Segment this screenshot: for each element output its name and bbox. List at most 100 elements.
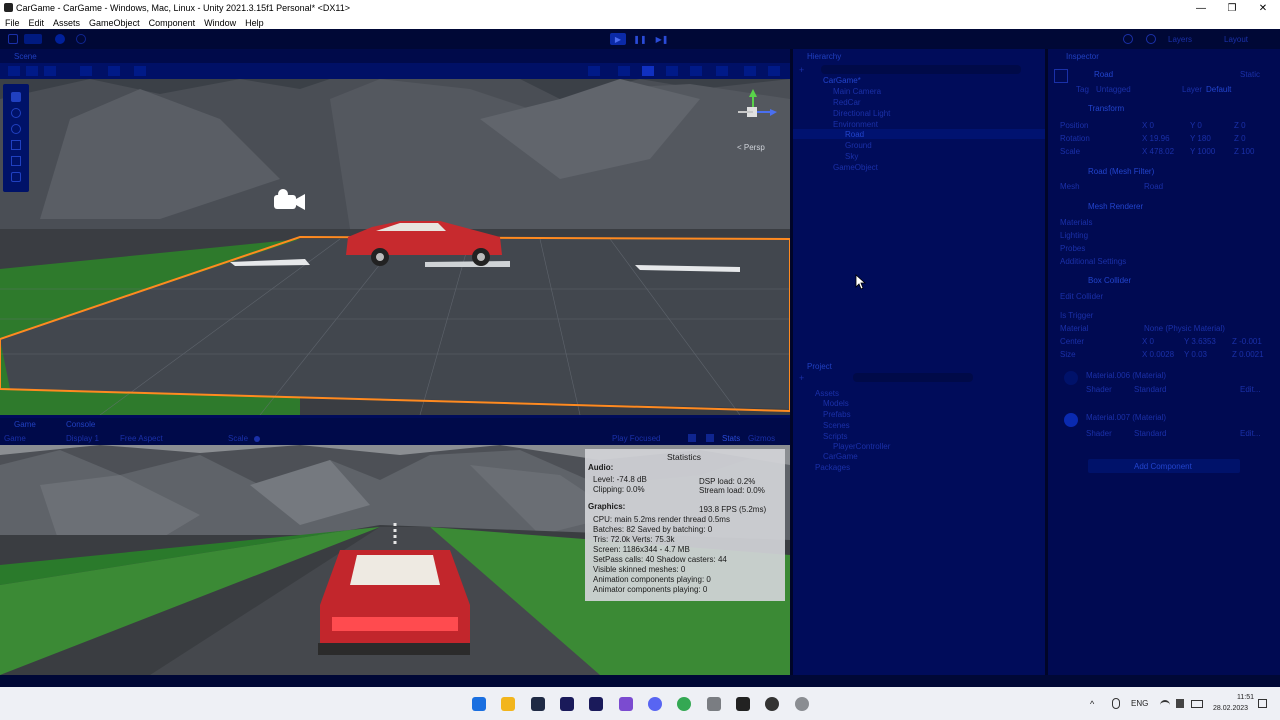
project-folder[interactable]: Scripts: [823, 432, 847, 441]
account-icon[interactable]: [8, 34, 18, 44]
notifications-icon[interactable]: [1258, 699, 1267, 708]
probes-foldout[interactable]: Probes: [1060, 244, 1085, 253]
project-folder[interactable]: Prefabs: [823, 410, 851, 419]
persp-label[interactable]: < Persp: [737, 143, 765, 152]
aspect-dropdown[interactable]: Free Aspect: [120, 434, 163, 443]
file-explorer-icon[interactable]: [501, 697, 515, 711]
battery-icon[interactable]: [1191, 700, 1203, 708]
wifi-icon[interactable]: [1160, 700, 1170, 708]
menu-file[interactable]: File: [5, 18, 20, 28]
scale-x-field[interactable]: X 478.02: [1142, 147, 1174, 156]
game-view-dropdown[interactable]: Game: [4, 434, 26, 443]
layers-dropdown[interactable]: Layers: [1168, 35, 1192, 44]
position-z-field[interactable]: Z 0: [1234, 121, 1246, 130]
project-folder[interactable]: Scenes: [823, 421, 850, 430]
hierarchy-item[interactable]: Sky: [845, 152, 858, 161]
settings-icon[interactable]: [795, 697, 809, 711]
rotate-tool-icon[interactable]: [11, 124, 21, 134]
scale-z-field[interactable]: Z 100: [1234, 147, 1254, 156]
hand-tool-icon[interactable]: [8, 66, 20, 76]
cards-icon[interactable]: [706, 434, 714, 442]
pause-button[interactable]: ❚❚: [632, 33, 648, 45]
menu-edit[interactable]: Edit: [29, 18, 45, 28]
hierarchy-item[interactable]: Ground: [845, 141, 872, 150]
unity-icon[interactable]: [736, 697, 750, 711]
material-header[interactable]: Material.007 (Material): [1086, 413, 1166, 422]
2d-toggle-icon[interactable]: [618, 66, 630, 76]
center-x-field[interactable]: X 0: [1142, 337, 1154, 346]
clock-time[interactable]: 11:51: [1237, 694, 1254, 701]
center-z-field[interactable]: Z -0.001: [1232, 337, 1262, 346]
mesh-renderer-header[interactable]: Mesh Renderer: [1088, 202, 1143, 211]
edit-shader-button[interactable]: Edit...: [1240, 385, 1260, 394]
materials-foldout[interactable]: Materials: [1060, 218, 1092, 227]
mesh-field[interactable]: Road: [1144, 182, 1163, 191]
grid-icon[interactable]: [80, 66, 92, 76]
add-icon[interactable]: +: [799, 65, 809, 75]
additional-settings-foldout[interactable]: Additional Settings: [1060, 257, 1126, 266]
cloud-sync-icon[interactable]: [1123, 34, 1133, 44]
box-collider-header[interactable]: Box Collider: [1088, 276, 1131, 285]
layout-dropdown[interactable]: Layout: [1224, 35, 1248, 44]
hierarchy-item[interactable]: Main Camera: [833, 87, 881, 96]
play-button[interactable]: ▶: [610, 33, 626, 45]
scale-y-field[interactable]: Y 1000: [1190, 147, 1215, 156]
stats-button[interactable]: Stats: [722, 434, 740, 443]
obs-icon[interactable]: [765, 697, 779, 711]
layer-dropdown[interactable]: Default: [1206, 85, 1231, 94]
position-y-field[interactable]: Y 0: [1190, 121, 1202, 130]
menu-component[interactable]: Component: [149, 18, 196, 28]
maximize-button[interactable]: ❐: [1217, 0, 1247, 16]
global-icon[interactable]: [44, 66, 56, 76]
effects-icon[interactable]: [690, 66, 702, 76]
hierarchy-item[interactable]: Directional Light: [833, 109, 890, 118]
menu-help[interactable]: Help: [245, 18, 264, 28]
display-dropdown[interactable]: Display 1: [66, 434, 99, 443]
project-folder[interactable]: Packages: [815, 463, 850, 472]
premiere-icon[interactable]: [560, 697, 574, 711]
tab-scene[interactable]: Scene: [14, 52, 37, 61]
app-icon[interactable]: [531, 697, 545, 711]
position-x-field[interactable]: X 0: [1142, 121, 1154, 130]
hierarchy-item[interactable]: CarGame*: [823, 76, 861, 85]
transform-header[interactable]: Transform: [1088, 104, 1124, 113]
hidden-objects-icon[interactable]: [716, 66, 728, 76]
project-file[interactable]: PlayerController: [833, 442, 890, 451]
collab-icon[interactable]: [55, 34, 65, 44]
tab-hierarchy[interactable]: Hierarchy: [807, 52, 841, 61]
lighting-foldout[interactable]: Lighting: [1060, 231, 1088, 240]
edit-shader-button[interactable]: Edit...: [1240, 429, 1260, 438]
step-button[interactable]: ▶❚: [654, 33, 670, 45]
chrome-icon[interactable]: [677, 697, 691, 711]
scene-view[interactable]: < Persp: [0, 79, 790, 415]
rotation-x-field[interactable]: X 19.96: [1142, 134, 1170, 143]
clock-date[interactable]: 28.02.2023: [1213, 705, 1248, 712]
snap-icon[interactable]: [108, 66, 120, 76]
pivot-icon[interactable]: [26, 66, 38, 76]
project-search-input[interactable]: [853, 373, 973, 382]
rotation-z-field[interactable]: Z 0: [1234, 134, 1246, 143]
tab-inspector[interactable]: Inspector: [1066, 52, 1099, 61]
size-y-field[interactable]: Y 0.03: [1184, 350, 1207, 359]
physic-material-field[interactable]: None (Physic Material): [1144, 324, 1225, 333]
start-icon[interactable]: [472, 697, 486, 711]
project-folder[interactable]: Models: [823, 399, 849, 408]
lighting-toggle-icon[interactable]: [642, 66, 654, 76]
tag-dropdown[interactable]: Untagged: [1096, 85, 1131, 94]
tab-game[interactable]: Game: [14, 420, 36, 429]
rotation-y-field[interactable]: Y 180: [1190, 134, 1211, 143]
hierarchy-search-input[interactable]: [821, 65, 1021, 74]
language-indicator[interactable]: ENG: [1131, 699, 1148, 708]
services-icon[interactable]: [76, 34, 86, 44]
play-focused-dropdown[interactable]: Play Focused: [612, 434, 660, 443]
scale-tool-icon[interactable]: [11, 140, 21, 150]
static-toggle[interactable]: Static: [1240, 70, 1260, 79]
shading-icon[interactable]: [588, 66, 600, 76]
shader-dropdown[interactable]: Standard: [1134, 429, 1166, 438]
center-y-field[interactable]: Y 3.6353: [1184, 337, 1216, 346]
material-header[interactable]: Material.006 (Material): [1086, 371, 1166, 380]
project-folder[interactable]: Assets: [815, 389, 839, 398]
menu-window[interactable]: Window: [204, 18, 236, 28]
camera-settings-icon[interactable]: [744, 66, 756, 76]
gizmos-button[interactable]: Gizmos: [748, 434, 775, 443]
